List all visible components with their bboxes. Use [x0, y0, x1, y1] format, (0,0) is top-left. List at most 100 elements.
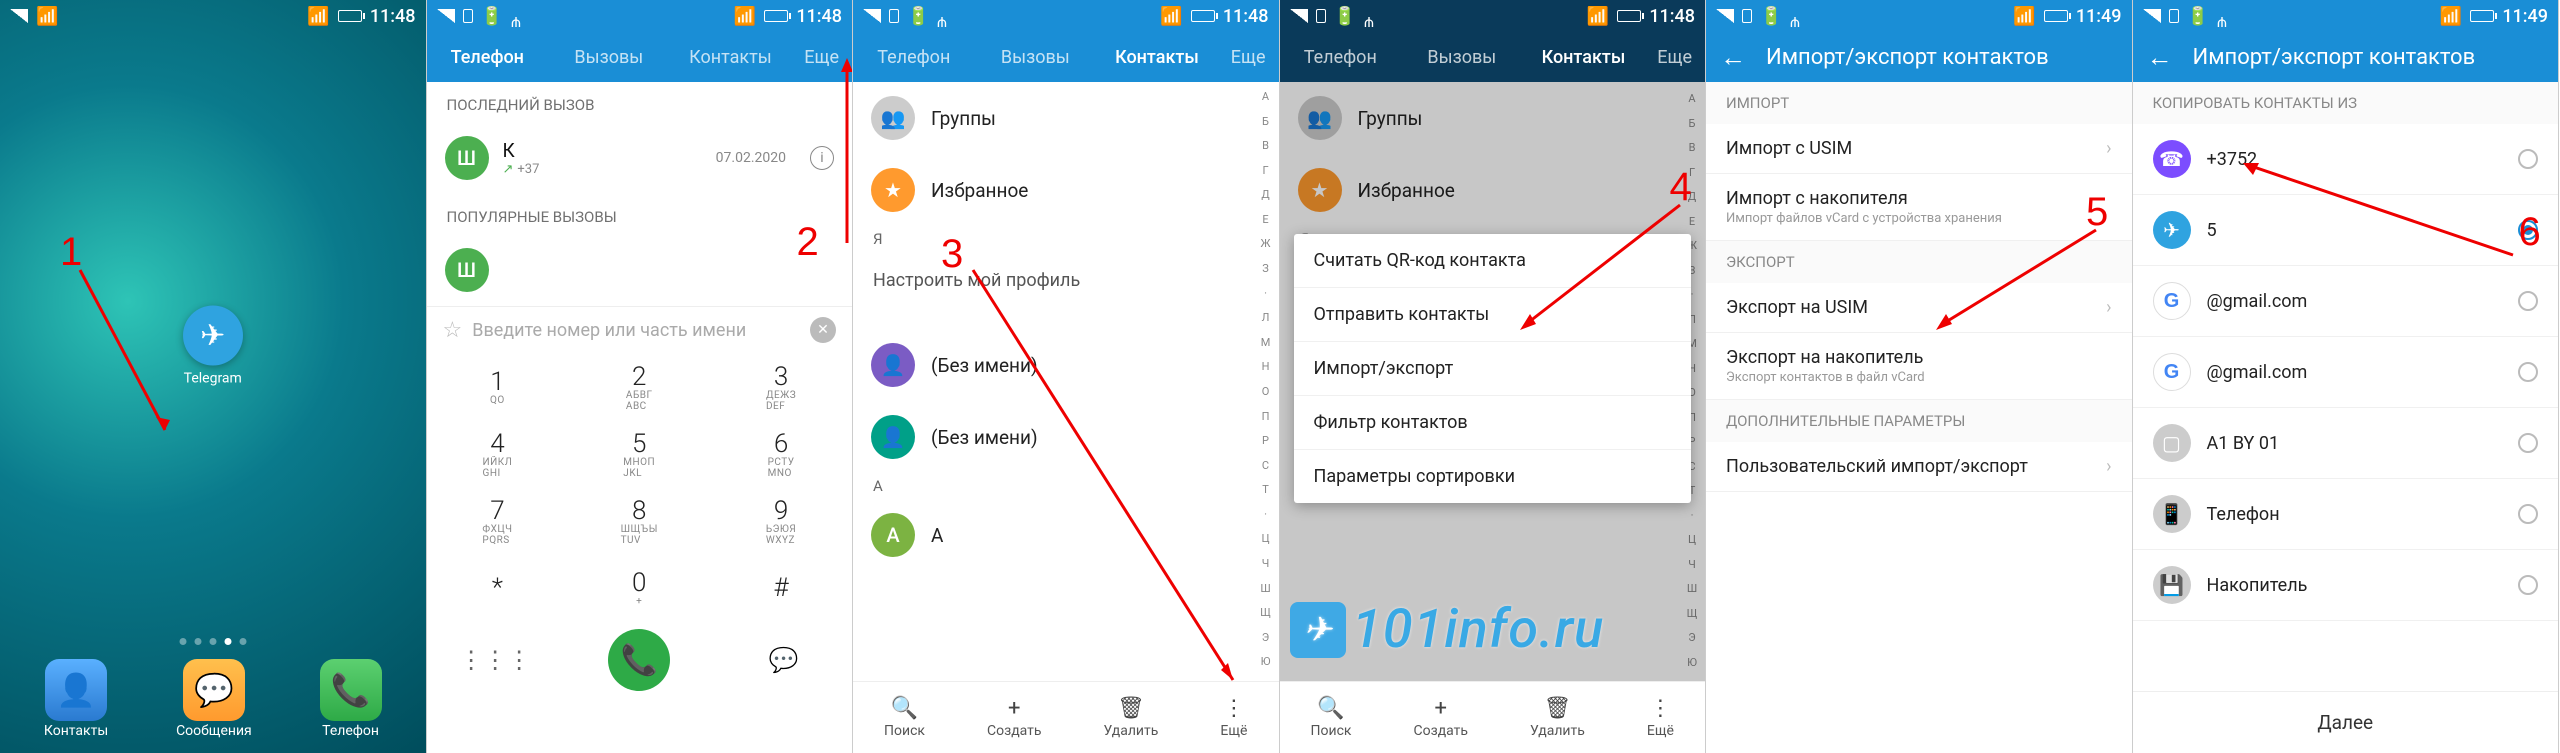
toolbar-search[interactable]: 🔍Поиск [1311, 696, 1352, 739]
wifi-icon: 📶 [36, 6, 58, 27]
key-6[interactable]: 6РСТУ MNO [710, 420, 852, 487]
import-usim[interactable]: Импорт с USIM› [1706, 124, 2132, 174]
back-icon[interactable]: ← [2147, 42, 2173, 73]
tab-contacts[interactable]: Контакты [670, 47, 792, 68]
avatar: Ш [445, 248, 489, 292]
apps-icon[interactable]: ⋮⋮⋮ [471, 636, 519, 684]
tab-phone[interactable]: Телефон [427, 47, 549, 68]
red-arrow-4 [1510, 200, 1690, 340]
tabs-bar: Телефон Вызовы Контакты Еще [853, 32, 1279, 82]
key-3[interactable]: 3ДЕЖЗ DEF [710, 353, 852, 420]
label: Группы [931, 107, 996, 130]
tab-more[interactable]: Еще [1218, 47, 1279, 68]
call-name: К [503, 139, 702, 162]
key-1[interactable]: 1QO [427, 353, 569, 420]
tabs-bar: Телефон Вызовы Контакты Еще [427, 32, 853, 82]
tabs-bar: Телефон Вызовы Контакты Еще [1280, 32, 1706, 82]
phone-icon: 📞 [331, 671, 371, 709]
tab-contacts[interactable]: Контакты [1096, 47, 1218, 68]
menu-sort[interactable]: Параметры сортировки [1294, 450, 1692, 503]
telegram-label: Telegram [183, 371, 243, 387]
account-google[interactable]: G @gmail.com [2133, 266, 2559, 337]
viber-icon: ☎ [2153, 140, 2191, 178]
key-9[interactable]: 9ЬЭЮЯ WXYZ [710, 487, 852, 554]
toolbar-search[interactable]: 🔍Поиск [884, 696, 925, 739]
call-entry[interactable]: Ш К ↗+37 07.02.2020 i [427, 122, 853, 194]
avatar: Ш [445, 136, 489, 180]
tab-phone[interactable]: Телефон [1280, 47, 1402, 68]
dock-label: Телефон [322, 723, 379, 739]
dock-messages[interactable]: 💬 Сообщения [176, 659, 252, 739]
clear-icon[interactable]: ✕ [810, 317, 836, 343]
sim-icon: ▢ [2153, 424, 2191, 462]
watermark: ✈ 101info.ru [1290, 598, 1604, 661]
key-5[interactable]: 5МНОП JKL [568, 420, 710, 487]
custom-import-export[interactable]: Пользовательский импорт/экспорт› [1706, 442, 2132, 492]
toolbar-delete[interactable]: 🗑Удалить [1530, 696, 1585, 739]
call-entry[interactable]: Ш [427, 234, 853, 306]
status-bar: 🔋 📶11:48 [427, 0, 853, 32]
key-0[interactable]: 0+ [568, 554, 710, 621]
key-hash[interactable]: # [710, 554, 852, 621]
menu-import-export[interactable]: Импорт/экспорт [1294, 342, 1692, 396]
dock-phone[interactable]: 📞 Телефон [320, 659, 382, 739]
account-storage[interactable]: 💾 Накопитель [2133, 550, 2559, 621]
dock-contacts[interactable]: 👤 Контакты [44, 659, 108, 739]
toolbar-more[interactable]: ⋮Ещё [1647, 696, 1674, 739]
screen-2-dialer: 🔋 📶11:48 Телефон Вызовы Контакты Еще ПОС… [427, 0, 854, 753]
account-google-2[interactable]: G @gmail.com [2133, 337, 2559, 408]
telegram-icon: ✈ [1290, 602, 1346, 658]
annotation-1: 1 [60, 230, 82, 275]
bottom-toolbar: 🔍Поиск +Создать 🗑Удалить ⋮Ещё [1280, 681, 1706, 753]
tab-calls[interactable]: Вызовы [548, 47, 670, 68]
key-7[interactable]: 7ФХЦЧ PQRS [427, 487, 569, 554]
radio[interactable] [2518, 504, 2538, 524]
menu-filter[interactable]: Фильтр контактов [1294, 396, 1692, 450]
account-phone[interactable]: 📱 Телефон [2133, 479, 2559, 550]
key-star[interactable]: * [427, 554, 569, 621]
call-button[interactable]: 📞 [608, 629, 670, 691]
sms-icon[interactable]: 💬 [759, 636, 807, 684]
radio[interactable] [2518, 291, 2538, 311]
annotation-5: 5 [2086, 190, 2108, 235]
info-icon[interactable]: i [810, 146, 834, 170]
dial-actions: ⋮⋮⋮ 📞 💬 [427, 621, 853, 707]
row-groups[interactable]: 👥 Группы [853, 82, 1279, 154]
radio[interactable] [2518, 362, 2538, 382]
tab-more[interactable]: Еще [1644, 47, 1705, 68]
toolbar-more[interactable]: ⋮Ещё [1220, 696, 1247, 739]
star-icon: ★ [871, 168, 915, 212]
radio[interactable] [2518, 575, 2538, 595]
radio[interactable] [2518, 433, 2538, 453]
telegram-app-icon[interactable]: ✈ Telegram [183, 306, 243, 387]
annotation-3: 3 [941, 232, 963, 277]
key-8[interactable]: 8ШЩЪЫ TUV [568, 487, 710, 554]
status-bar: 📶 📶 11:48 [0, 0, 426, 32]
call-number: ↗+37 [503, 162, 702, 177]
alpha-index[interactable]: АБВГДЕЖЗ·ЛМНОПРСТ·ЦЧШЩЭЮЯ [1257, 90, 1275, 693]
export-storage[interactable]: Экспорт на накопительЭкспорт контактов в… [1706, 333, 2132, 400]
account-a1[interactable]: ▢ A1 BY 01 [2133, 408, 2559, 479]
page-indicator [179, 638, 246, 645]
toolbar-create[interactable]: +Создать [987, 696, 1042, 739]
toolbar-create[interactable]: +Создать [1414, 696, 1469, 739]
screen-5-import-export: 🔋 📶11:49 ← Импорт/экспорт контактов ИМПО… [1706, 0, 2133, 753]
annotation-4: 4 [1670, 165, 1692, 210]
cat-extra: ДОПОЛНИТЕЛЬНЫЕ ПАРАМЕТРЫ [1706, 400, 2132, 442]
dial-input[interactable]: Введите номер или часть имени [472, 320, 800, 341]
annotation-6: 6 [2519, 210, 2541, 255]
next-button[interactable]: Далее [2133, 691, 2559, 753]
back-icon[interactable]: ← [1720, 42, 1746, 73]
avatar: A [871, 513, 915, 557]
tab-phone[interactable]: Телефон [853, 47, 975, 68]
row-favorites[interactable]: ★ Избранное [853, 154, 1279, 226]
key-2[interactable]: 2АБВГ ABC [568, 353, 710, 420]
favorite-icon[interactable]: ☆ [443, 318, 463, 343]
tab-calls[interactable]: Вызовы [975, 47, 1097, 68]
screen-6-copy-from: 🔋 📶11:49 ← Импорт/экспорт контактов КОПИ… [2133, 0, 2560, 753]
index-ya: Я [853, 226, 1279, 252]
toolbar-delete[interactable]: 🗑Удалить [1104, 696, 1159, 739]
key-4[interactable]: 4ИЙКЛ GHI [427, 420, 569, 487]
tab-calls[interactable]: Вызовы [1401, 47, 1523, 68]
tab-contacts[interactable]: Контакты [1523, 47, 1645, 68]
